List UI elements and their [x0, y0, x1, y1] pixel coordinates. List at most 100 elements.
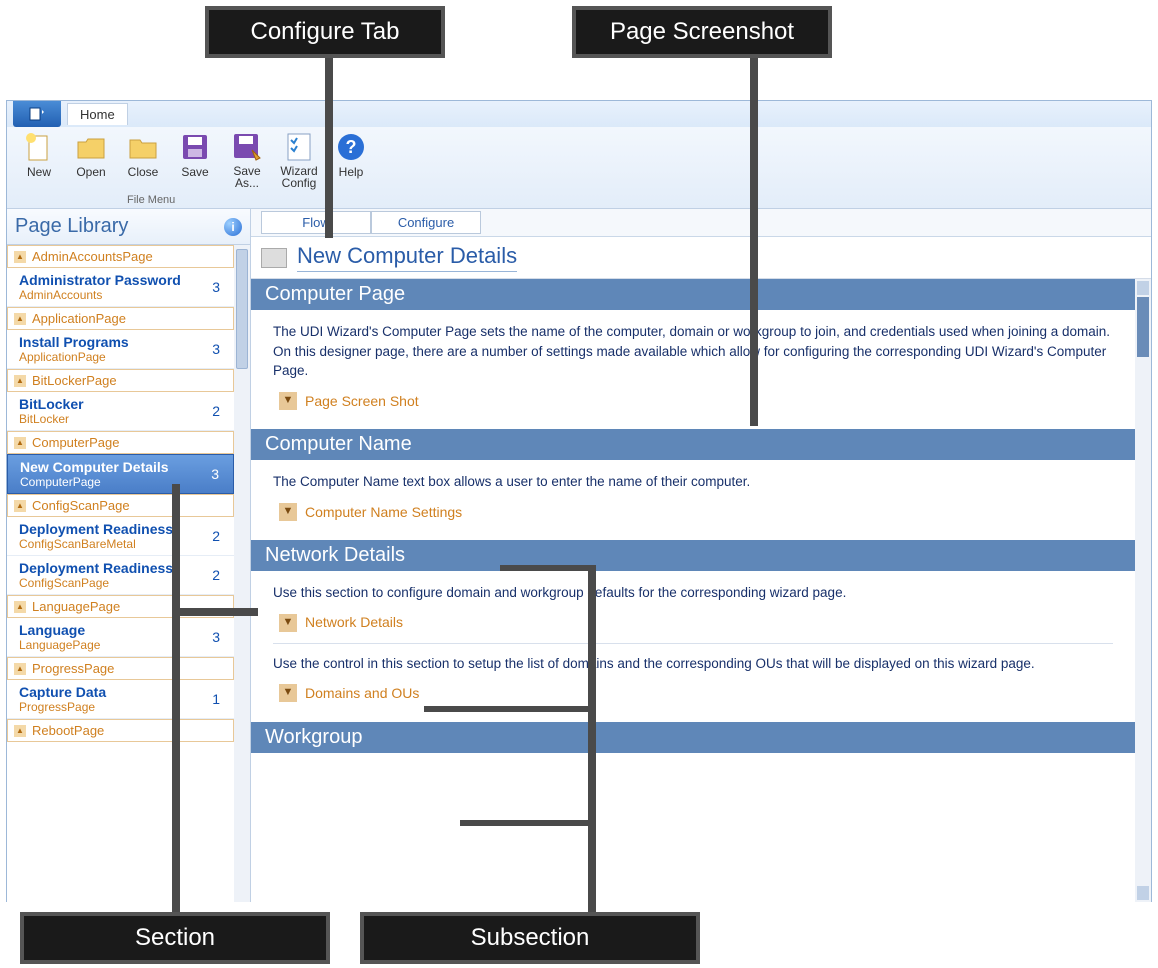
library-group-header[interactable]: ▲ApplicationPage [7, 307, 234, 330]
divider [273, 643, 1113, 644]
help-icon: ? [335, 131, 367, 163]
library-group-header[interactable]: ▲ConfigScanPage [7, 494, 234, 517]
label: Open [76, 165, 105, 179]
title-bar: Home [7, 101, 1151, 127]
wizard-config-button[interactable]: Wizard Config [273, 131, 325, 189]
callout-configure-tab: Configure Tab [205, 6, 445, 58]
item-title: Administrator Password [19, 272, 181, 288]
item-count: 2 [212, 567, 220, 583]
item-subtitle: ComputerPage [20, 475, 169, 489]
item-count: 2 [212, 403, 220, 419]
scroll-thumb[interactable] [236, 249, 248, 369]
chevron-up-icon: ▲ [14, 313, 26, 325]
label: Help [339, 165, 364, 179]
item-subtitle: ConfigScanBareMetal [19, 537, 173, 551]
library-page-item[interactable]: Deployment ReadinessConfigScanPage2 [7, 556, 234, 595]
library-page-item[interactable]: New Computer DetailsComputerPage3 [7, 454, 234, 494]
ribbon: New Open Close Save Save As... [7, 127, 1151, 209]
page-thumbnail-icon [261, 248, 287, 268]
group-name: LanguagePage [32, 599, 120, 614]
section-header: Network Details [251, 540, 1135, 571]
document-icon [28, 107, 46, 121]
save-button[interactable]: Save [169, 131, 221, 179]
section-header: Computer Name [251, 429, 1135, 460]
item-title: Language [19, 622, 100, 638]
group-name: BitLockerPage [32, 373, 117, 388]
library-group-header[interactable]: ▲AdminAccountsPage [7, 245, 234, 268]
subsection-label: Computer Name Settings [305, 502, 462, 522]
item-subtitle: ApplicationPage [19, 350, 129, 364]
library-page-item[interactable]: Capture DataProgressPage1 [7, 680, 234, 719]
chevron-down-icon: ▼ [279, 684, 297, 702]
item-count: 3 [211, 466, 219, 482]
tab-configure[interactable]: Configure [371, 211, 481, 234]
item-title: Install Programs [19, 334, 129, 350]
library-group-header[interactable]: ▲ RebootPage [7, 719, 234, 742]
chevron-down-icon: ▼ [279, 392, 297, 410]
subsection-toggle[interactable]: ▼ Domains and OUs [279, 683, 1113, 703]
callout-line [424, 706, 594, 712]
info-icon[interactable]: i [224, 218, 242, 236]
item-subtitle: LanguagePage [19, 638, 100, 652]
subsection-toggle[interactable]: ▼ Computer Name Settings [279, 502, 1113, 522]
subsection-toggle[interactable]: ▼Page Screen Shot [279, 391, 1113, 411]
callout-subsection: Subsection [360, 912, 700, 964]
item-count: 3 [212, 341, 220, 357]
library-page-item[interactable]: Deployment ReadinessConfigScanBareMetal2 [7, 517, 234, 556]
library-group-header[interactable]: ▲ProgressPage [7, 657, 234, 680]
main-tabs: Flow Configure [251, 209, 1151, 237]
tab-flow[interactable]: Flow [261, 211, 371, 234]
sidebar: Page Library i ▲AdminAccountsPageAdminis… [7, 209, 251, 902]
group-name: RebootPage [32, 723, 104, 738]
checklist-icon [283, 131, 315, 163]
label: Save As... [221, 165, 273, 189]
library-page-item[interactable]: Administrator PasswordAdminAccounts3 [7, 268, 234, 307]
library-page-item[interactable]: LanguageLanguagePage3 [7, 618, 234, 657]
save-as-button[interactable]: Save As... [221, 131, 273, 189]
open-button[interactable]: Open [65, 131, 117, 179]
subsection-toggle[interactable]: ▼Network Details [279, 612, 1113, 632]
subsection-label: Domains and OUs [305, 683, 419, 703]
item-subtitle: ConfigScanPage [19, 576, 173, 590]
callout-page-screenshot: Page Screenshot [572, 6, 832, 58]
sidebar-header: Page Library i [7, 209, 250, 245]
callout-line [750, 56, 758, 426]
section-header: Workgroup [251, 722, 1135, 753]
tab-home[interactable]: Home [67, 103, 128, 125]
library-scroll: ▲AdminAccountsPageAdministrator Password… [7, 245, 250, 902]
chevron-down-icon: ▼ [279, 614, 297, 632]
section-body: The UDI Wizard's Computer Page sets the … [251, 310, 1135, 429]
chevron-up-icon: ▲ [14, 500, 26, 512]
sidebar-title: Page Library [15, 215, 128, 238]
library-page-item[interactable]: Install ProgramsApplicationPage 3 [7, 330, 234, 369]
chevron-up-icon: ▲ [14, 725, 26, 737]
label: Close [128, 165, 159, 179]
item-count: 3 [212, 279, 220, 295]
library-page-item[interactable]: BitLockerBitLocker2 [7, 392, 234, 431]
page-title: New Computer Details [297, 243, 517, 272]
library-group-header[interactable]: ▲BitLockerPage [7, 369, 234, 392]
library-group-header[interactable]: ▲ComputerPage [7, 431, 234, 454]
new-button[interactable]: New [13, 131, 65, 179]
label: Wizard Config [273, 165, 325, 189]
content-scrollbar[interactable] [1135, 279, 1151, 902]
folder-icon [127, 131, 159, 163]
callout-line [172, 608, 258, 616]
app-menu-button[interactable] [13, 101, 61, 127]
chevron-up-icon: ▲ [14, 251, 26, 263]
section-body: Use this section to configure domain and… [251, 571, 1135, 722]
close-button[interactable]: Close [117, 131, 169, 179]
callout-line [500, 565, 594, 571]
folder-open-icon [75, 131, 107, 163]
content-area: Computer PageThe UDI Wizard's Computer P… [251, 279, 1151, 902]
scroll-thumb[interactable] [1137, 297, 1149, 357]
item-count: 2 [212, 528, 220, 544]
callout-section: Section [20, 912, 330, 964]
callout-line [172, 608, 180, 912]
scrollbar[interactable] [234, 245, 250, 902]
label: New [27, 165, 51, 179]
scroll-up-icon[interactable] [1137, 281, 1149, 295]
chevron-down-icon: ▼ [279, 503, 297, 521]
scroll-down-icon[interactable] [1137, 886, 1149, 900]
chevron-up-icon: ▲ [14, 601, 26, 613]
